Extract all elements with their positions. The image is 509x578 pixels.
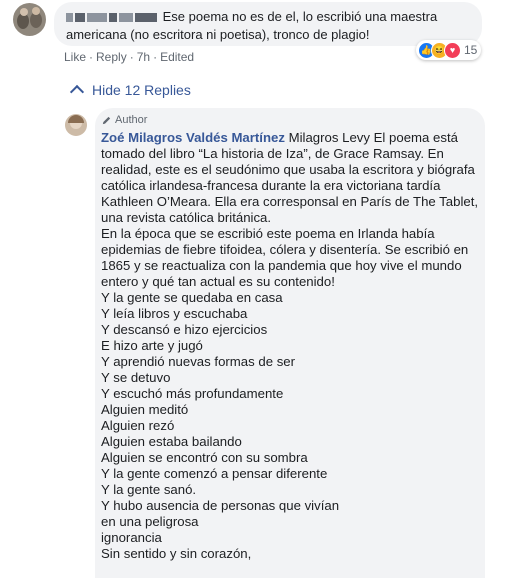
poem-line: Sin sentido y sin corazón,	[101, 546, 252, 561]
poem-line: ignorancia	[101, 530, 162, 545]
poem-line: Y hubo ausencia de personas que vivían	[101, 498, 340, 513]
redacted-author-name[interactable]	[66, 9, 163, 24]
reply-line: católica irlandesa-francesa durante la e…	[101, 178, 441, 193]
author-badge-label: Author	[115, 114, 148, 126]
reply-line: epidemias de fiebre tifoidea, cólera y d…	[101, 242, 469, 257]
poem-line: Y la gente sanó.	[101, 482, 197, 497]
author-badge: Author	[101, 113, 485, 127]
hide-replies-toggle[interactable]: Hide 12 Replies	[69, 82, 191, 100]
author-name-link[interactable]: Zoé Milagros Valdés Martínez	[101, 130, 285, 145]
poem-line: Alguien rezó	[101, 418, 175, 433]
edited-label[interactable]: Edited	[160, 50, 194, 64]
reaction-count: 15	[464, 43, 478, 57]
like-link[interactable]: Like	[64, 50, 86, 64]
reply-line: tomado del libro “La historia de Iza”, d…	[101, 146, 444, 161]
commenter-avatar[interactable]	[13, 3, 46, 36]
poem-line: en una peligrosa	[101, 514, 199, 529]
poem-line: Y escuchó más profundamente	[101, 386, 284, 401]
poem-line: Y la gente comenzó a pensar diferente	[101, 466, 328, 481]
chevron-up-icon	[69, 84, 85, 100]
reply-line: En la época que se escribió este poema e…	[101, 226, 435, 241]
timestamp[interactable]: 7h	[137, 50, 150, 64]
reply-text: Zoé Milagros Valdés Martínez Milagros Le…	[101, 130, 485, 562]
love-icon: ♥	[444, 41, 461, 59]
poem-line: Alguien estaba bailando	[101, 434, 242, 449]
reply-line: entero y qué tan actual es su contenido!	[101, 274, 335, 289]
reply-bubble: Author Zoé Milagros Valdés Martínez Mila…	[95, 108, 485, 578]
poem-line: Y se detuvo	[101, 370, 171, 385]
reply-link[interactable]: Reply	[96, 50, 127, 64]
poem-line: E hizo arte y jugó	[101, 338, 203, 353]
reply-line: 1865 y se reactualiza con la pandemia qu…	[101, 258, 462, 273]
reply-line: Kathleen O’Meara. Ella era corresponsal …	[101, 194, 479, 209]
reply-line: Zoé Milagros Valdés Martínez Milagros Le…	[101, 130, 458, 145]
author-avatar[interactable]	[65, 114, 87, 136]
pen-icon	[102, 116, 111, 124]
poem-line: Y la gente se quedaba en casa	[101, 290, 283, 305]
hide-replies-label: Hide 12 Replies	[92, 82, 191, 98]
poem-line: Y aprendió nuevas formas de ser	[101, 354, 296, 369]
reply-line: realidad, este es el seudónimo que usaba…	[101, 162, 475, 177]
reaction-summary[interactable]: 👍 😆 ♥ 15	[416, 40, 482, 60]
comment-actions: Like · Reply · 7h · Edited	[64, 50, 195, 64]
poem-line: Y leía libros y escuchaba	[101, 306, 248, 321]
comment-bubble: Ese poema no es de el, lo escribió una m…	[54, 2, 482, 46]
poem-line: Alguien meditó	[101, 402, 189, 417]
poem-line: Alguien se encontró con su sombra	[101, 450, 308, 465]
poem-line: Y descansó e hizo ejercicios	[101, 322, 268, 337]
reply-line: una revista católica británica.	[101, 210, 272, 225]
